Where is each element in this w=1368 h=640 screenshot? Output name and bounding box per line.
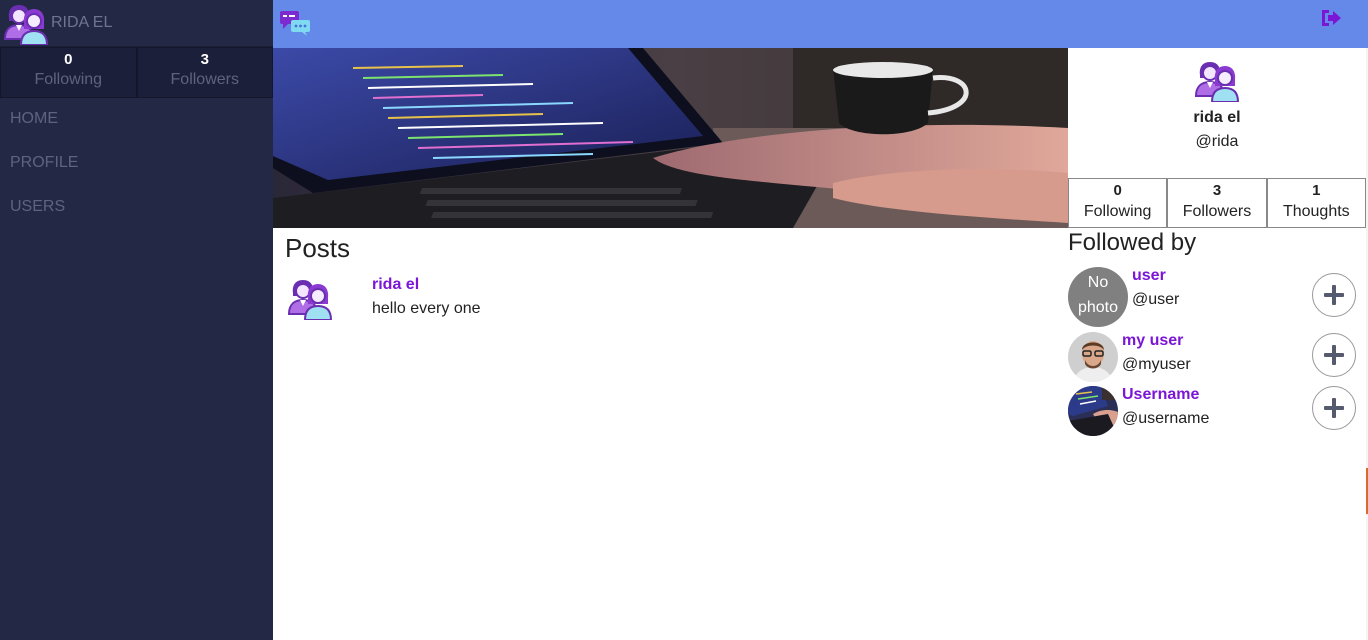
post-author-link[interactable]: rida el	[372, 276, 419, 294]
follow-button[interactable]	[1312, 386, 1356, 430]
follower-photo	[1068, 386, 1118, 436]
plus-icon	[1324, 285, 1344, 305]
nav-users[interactable]: USERS	[0, 196, 273, 240]
stat-count: 3	[1212, 182, 1222, 199]
profile-handle: @rida	[1195, 133, 1239, 150]
plus-icon	[1324, 345, 1344, 365]
users-avatar-icon	[285, 276, 335, 320]
stat-count: 3	[200, 51, 209, 68]
nav-home[interactable]: HOME	[0, 108, 273, 152]
users-avatar-icon	[1192, 58, 1242, 102]
post-text: hello every one	[372, 300, 481, 317]
profile-card: rida el @rida 0 Following 3 Followers 1 …	[1068, 48, 1366, 228]
no-photo-avatar: No photo	[1068, 267, 1128, 327]
chat-bubbles-icon[interactable]	[279, 10, 311, 36]
nav-profile[interactable]: PROFILE	[0, 152, 273, 196]
no-photo-text-2: photo	[1077, 299, 1119, 316]
posts-heading: Posts	[285, 233, 351, 263]
stat-count: 0	[1113, 182, 1122, 199]
profile-stat-following[interactable]: 0 Following	[1068, 178, 1168, 228]
stat-label: Followers	[170, 71, 239, 88]
follower-photo	[1068, 332, 1118, 382]
stat-count: 0	[64, 51, 73, 68]
follower-handle: @user	[1132, 291, 1180, 308]
sidebar-user-name: RIDA EL	[51, 14, 113, 31]
follower-item: Username @username	[1068, 386, 1358, 436]
no-photo-text-1: No	[1087, 274, 1109, 291]
top-bar	[273, 0, 1368, 48]
follower-name-link[interactable]: Username	[1122, 386, 1199, 404]
follower-item: my user @myuser	[1068, 332, 1358, 382]
stat-label: Following	[34, 71, 103, 88]
follower-item: No photo user @user	[1068, 267, 1358, 329]
post-item: rida el hello every one	[285, 276, 1045, 324]
stat-label: Followers	[1182, 203, 1252, 220]
follow-button[interactable]	[1312, 333, 1356, 377]
follow-button[interactable]	[1312, 273, 1356, 317]
sidebar-header: RIDA EL	[0, 0, 273, 47]
stat-count: 1	[1312, 182, 1321, 199]
sidebar-stat-followers[interactable]: 3 Followers	[136, 47, 273, 98]
sidebar: RIDA EL 0 Following 3 Followers HOME PRO…	[0, 0, 273, 640]
profile-name: rida el	[1193, 109, 1241, 126]
plus-icon	[1324, 398, 1344, 418]
profile-stats: 0 Following 3 Followers 1 Thoughts	[1068, 178, 1366, 228]
follower-name-link[interactable]: user	[1132, 267, 1166, 285]
sidebar-nav: HOME PROFILE USERS	[0, 98, 273, 240]
cover-image	[273, 48, 1068, 228]
follower-handle: @username	[1122, 410, 1210, 427]
stat-label: Following	[1083, 203, 1152, 220]
sidebar-stat-following[interactable]: 0 Following	[0, 47, 137, 98]
follower-name-link[interactable]: my user	[1122, 332, 1183, 350]
stat-label: Thoughts	[1282, 203, 1350, 220]
sidebar-stats: 0 Following 3 Followers	[0, 47, 273, 98]
users-avatar-icon	[1, 1, 51, 45]
profile-stat-followers[interactable]: 3 Followers	[1167, 178, 1267, 228]
follower-handle: @myuser	[1122, 356, 1191, 373]
profile-stat-thoughts[interactable]: 1 Thoughts	[1266, 178, 1366, 228]
followed-by-heading: Followed by	[1068, 229, 1197, 256]
sign-out-icon[interactable]	[1320, 8, 1342, 28]
